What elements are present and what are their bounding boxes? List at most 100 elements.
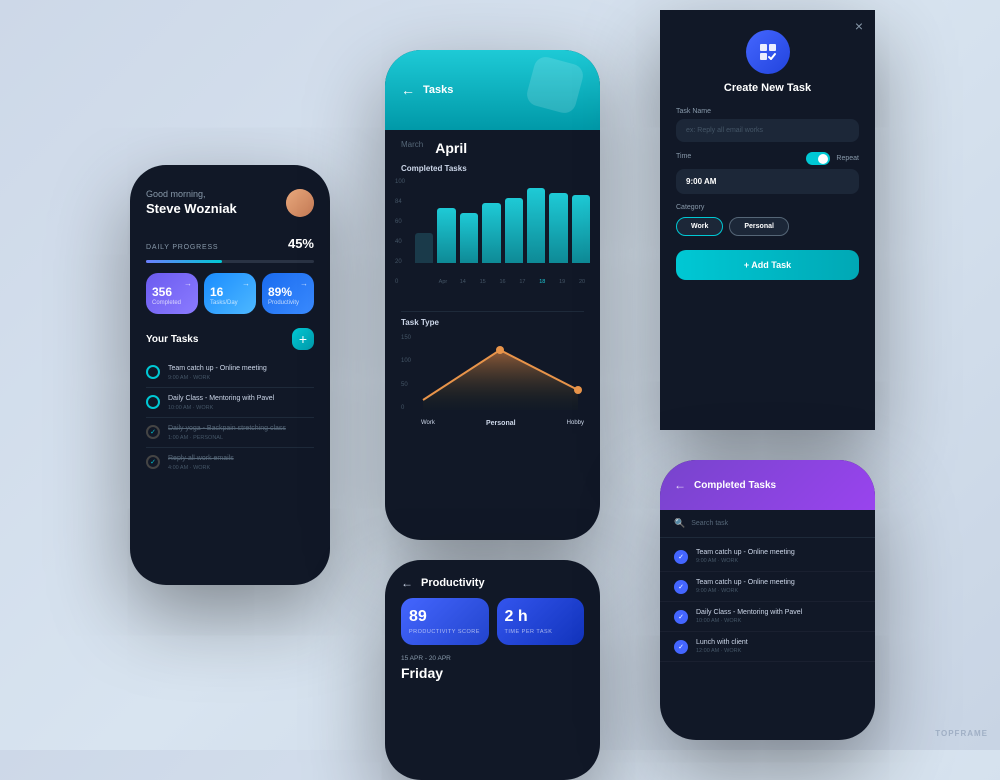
repeat-toggle[interactable]	[806, 152, 830, 165]
list-item[interactable]: ✓ Daily yoga - Backpain stretching class…	[146, 418, 314, 448]
arrow-icon: →	[300, 279, 308, 288]
task-icon-wrapper	[660, 10, 875, 82]
stat-productivity[interactable]: → 89% Productivity	[262, 273, 314, 314]
time-label: Time	[676, 153, 691, 160]
category-label: Category	[676, 204, 859, 211]
time-display[interactable]: 9:00 AM	[676, 169, 859, 194]
time-value: 2 h	[505, 608, 577, 626]
month-april[interactable]: April	[435, 140, 467, 156]
bar-item	[572, 195, 590, 263]
search-placeholder: Search task	[691, 520, 728, 527]
phone-dashboard: Good morning, Steve Wozniak DAILY PROGRE…	[130, 165, 330, 585]
task-icon	[746, 30, 790, 74]
bar-chart: 100 84 60 40 20 0 Apr 14 15 16	[385, 175, 600, 305]
y-axis-labels: 100 84 60 40 20 0	[395, 179, 405, 285]
list-item[interactable]: ✓ Team catch up - Online meeting 9:00 AM…	[660, 572, 875, 602]
bar-item	[415, 233, 433, 263]
task-name-input[interactable]: ex: Reply all email works	[676, 119, 859, 142]
task-list: Team catch up - Online meeting 9:00 AM ·…	[130, 358, 330, 477]
task-type-label: Task Type	[385, 318, 600, 331]
productivity-stats: 89 PRODUCTIVITY SCORE 2 h TIME PER TASK	[385, 598, 600, 655]
decorative-shape	[524, 54, 585, 115]
list-item[interactable]: ✓ Daily Class - Mentoring with Pavel 10:…	[660, 602, 875, 632]
productivity-title: Productivity	[421, 577, 485, 589]
task-circle	[146, 395, 160, 409]
checkmark-icon: ✓	[678, 553, 684, 561]
divider	[401, 311, 584, 312]
list-item[interactable]: ✓ Lunch with client 12:00 AM · WORK	[660, 632, 875, 662]
checkmark-icon: ✓	[678, 583, 684, 591]
x2-axis-labels: Work Personal Hobby	[421, 420, 584, 427]
close-icon[interactable]: ×	[855, 18, 863, 34]
stat-tasks-per-day[interactable]: → 16 Tasks/Day	[204, 273, 256, 314]
time-label: TIME PER TASK	[505, 629, 577, 635]
back-icon[interactable]: ←	[674, 478, 686, 492]
task-name-done: Daily yoga - Backpain stretching class	[168, 424, 286, 433]
task-meta: 10:00 AM · WORK	[168, 405, 274, 411]
phone-tasks-chart: ← Tasks March April Completed Tasks 100 …	[385, 50, 600, 540]
completed-task-name: Lunch with client	[696, 639, 748, 646]
completed-task-name: Team catch up - Online meeting	[696, 549, 795, 556]
checkmark-icon: ✓	[678, 643, 684, 651]
list-item[interactable]: ✓ Team catch up - Online meeting 9:00 AM…	[660, 542, 875, 572]
avatar-image	[286, 189, 314, 217]
task-circle-done: ✓	[146, 455, 160, 469]
date-range: 15 APR - 20 APR	[385, 655, 600, 662]
completed-task-name: Team catch up - Online meeting	[696, 579, 795, 586]
check-circle: ✓	[674, 550, 688, 564]
checkmark-icon: ✓	[150, 458, 156, 466]
chart-header: ← Tasks	[385, 50, 600, 130]
bar-item	[460, 213, 478, 263]
bar-group	[415, 179, 590, 279]
back-icon[interactable]: ←	[401, 82, 415, 98]
task-circle	[146, 365, 160, 379]
category-personal-button[interactable]: Personal	[729, 217, 789, 236]
add-task-button[interactable]: + Add Task	[676, 250, 859, 280]
arrow-icon: →	[242, 279, 250, 288]
phone-completed-tasks: ← Completed Tasks 🔍 Search task ✓ Team c…	[660, 460, 875, 740]
list-item[interactable]: ✓ Reply all work emails 4:00 AM · WORK	[146, 448, 314, 477]
month-march[interactable]: March	[401, 140, 423, 156]
progress-percent: 45%	[288, 236, 314, 251]
checkmark-icon: ✓	[678, 613, 684, 621]
repeat-label: Repeat	[836, 155, 859, 162]
bar-item	[527, 188, 545, 263]
bar-item	[549, 193, 567, 263]
progress-label: DAILY PROGRESS	[146, 244, 218, 251]
data-point-hobby	[574, 386, 582, 394]
day-title: Friday	[385, 665, 600, 681]
create-task-title: Create New Task	[660, 82, 875, 94]
time-per-task-card: 2 h TIME PER TASK	[497, 598, 585, 645]
stat-completed[interactable]: → 356 Completed	[146, 273, 198, 314]
productivity-score-label: PRODUCTIVITY SCORE	[409, 629, 481, 635]
bar-item-highlight	[437, 208, 455, 263]
completed-task-list: ✓ Team catch up - Online meeting 9:00 AM…	[660, 538, 875, 666]
data-point-peak	[496, 346, 504, 354]
completed-task-name: Daily Class - Mentoring with Pavel	[696, 609, 802, 616]
phone-create-task: × Create New Task Task Name ex: Reply al…	[660, 10, 875, 430]
list-item[interactable]: Team catch up - Online meeting 9:00 AM ·…	[146, 358, 314, 388]
add-task-button[interactable]: +	[292, 328, 314, 350]
task-meta: 4:00 AM · WORK	[168, 465, 234, 471]
task-icon-svg	[756, 40, 780, 64]
task-form: Task Name ex: Reply all email works Time…	[660, 108, 875, 280]
category-work-button[interactable]: Work	[676, 217, 723, 236]
check-circle: ✓	[674, 640, 688, 654]
x-axis-labels: Apr 14 15 16 17 18 19 20	[435, 279, 590, 285]
line-chart: 150 100 50 0 Work Personal Hobby	[385, 331, 600, 431]
back-icon[interactable]: ←	[401, 576, 413, 590]
check-circle: ✓	[674, 580, 688, 594]
task-name: Team catch up - Online meeting	[168, 364, 267, 373]
list-item[interactable]: Daily Class - Mentoring with Pavel 10:00…	[146, 388, 314, 418]
search-bar[interactable]: 🔍 Search task	[660, 510, 875, 538]
task-meta: 1:00 AM · PERSONAL	[168, 435, 286, 441]
tasks-section-title: Your Tasks	[146, 334, 198, 345]
completed-title: Completed Tasks	[694, 480, 776, 491]
stat-tasks-label: Tasks/Day	[210, 300, 250, 306]
task-name-done: Reply all work emails	[168, 454, 234, 463]
phone-productivity: ← Productivity 89 PRODUCTIVITY SCORE 2 h…	[385, 560, 600, 780]
completed-task-meta: 9:00 AM · WORK	[696, 588, 795, 594]
line-chart-svg	[413, 335, 588, 410]
stat-completed-label: Completed	[152, 300, 192, 306]
task-name: Daily Class - Mentoring with Pavel	[168, 394, 274, 403]
